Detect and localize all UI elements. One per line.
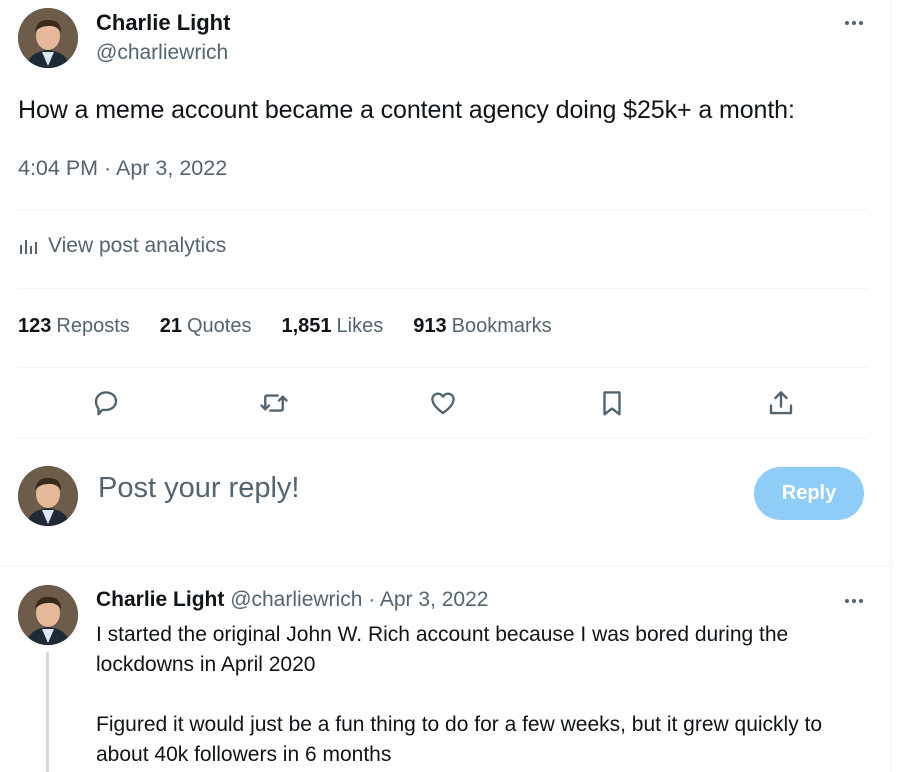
like-action-button[interactable]	[423, 383, 463, 423]
current-user-avatar[interactable]	[18, 466, 78, 526]
repost-icon	[260, 394, 288, 412]
section-divider	[0, 566, 891, 567]
reply-paragraph: I started the original John W. Rich acco…	[96, 623, 789, 676]
stat-label: Reposts	[56, 315, 130, 337]
reply-paragraph: Figured it would just be a fun thing to …	[96, 713, 823, 766]
divider	[18, 438, 868, 439]
thread-connector-line	[46, 652, 49, 772]
share-icon	[769, 391, 793, 415]
stat-count: 123	[18, 315, 52, 337]
divider	[18, 367, 868, 368]
divider	[18, 288, 868, 289]
tweet-timestamp[interactable]: 4:04 PM · Apr 3, 2022	[18, 156, 227, 181]
bookmark-icon	[603, 391, 621, 416]
analytics-icon	[20, 240, 37, 254]
reply-action-button[interactable]	[86, 383, 126, 423]
reply-meta[interactable]: @charliewrich · Apr 3, 2022	[230, 588, 488, 611]
stat-label: Bookmarks	[451, 315, 552, 337]
view-analytics-link[interactable]: View post analytics	[18, 234, 226, 258]
stat-quotes[interactable]: 21 Quotes	[160, 315, 252, 338]
stat-reposts[interactable]: 123 Reposts	[18, 315, 130, 338]
reply-button[interactable]: Reply	[754, 467, 864, 520]
stat-count: 913	[413, 315, 447, 337]
like-icon	[431, 392, 455, 415]
column-border	[891, 0, 892, 772]
stat-bookmarks[interactable]: 913 Bookmarks	[413, 315, 551, 338]
more-options-icon[interactable]	[840, 16, 868, 30]
reply-more-options-icon[interactable]	[840, 594, 868, 608]
author-name[interactable]: Charlie Light	[96, 10, 230, 36]
stat-label: Likes	[336, 315, 384, 337]
stat-likes[interactable]: 1,851 Likes	[281, 315, 383, 338]
reply-author-avatar[interactable]	[18, 585, 78, 645]
stat-label: Quotes	[187, 315, 252, 337]
author-handle[interactable]: @charliewrich	[96, 41, 228, 65]
bookmark-action-button[interactable]	[592, 383, 632, 423]
engagement-stats: 123 Reposts 21 Quotes 1,851 Likes 913 Bookma…	[18, 315, 552, 338]
reply-text: I started the original John W. Rich acco…	[96, 620, 866, 770]
divider	[18, 209, 868, 210]
share-action-button[interactable]	[761, 383, 801, 423]
stat-count: 1,851	[281, 315, 332, 337]
repost-action-button[interactable]	[254, 383, 294, 423]
reply-header: Charlie Light @charliewrich · Apr 3, 202…	[96, 588, 488, 612]
reply-author-name[interactable]: Charlie Light	[96, 588, 224, 611]
tweet-text: How a meme account became a content agen…	[18, 96, 795, 124]
stat-count: 21	[159, 315, 182, 337]
reply-icon	[94, 391, 118, 416]
reply-input[interactable]	[98, 472, 698, 505]
analytics-label: View post analytics	[48, 234, 227, 257]
author-avatar[interactable]	[18, 8, 78, 68]
